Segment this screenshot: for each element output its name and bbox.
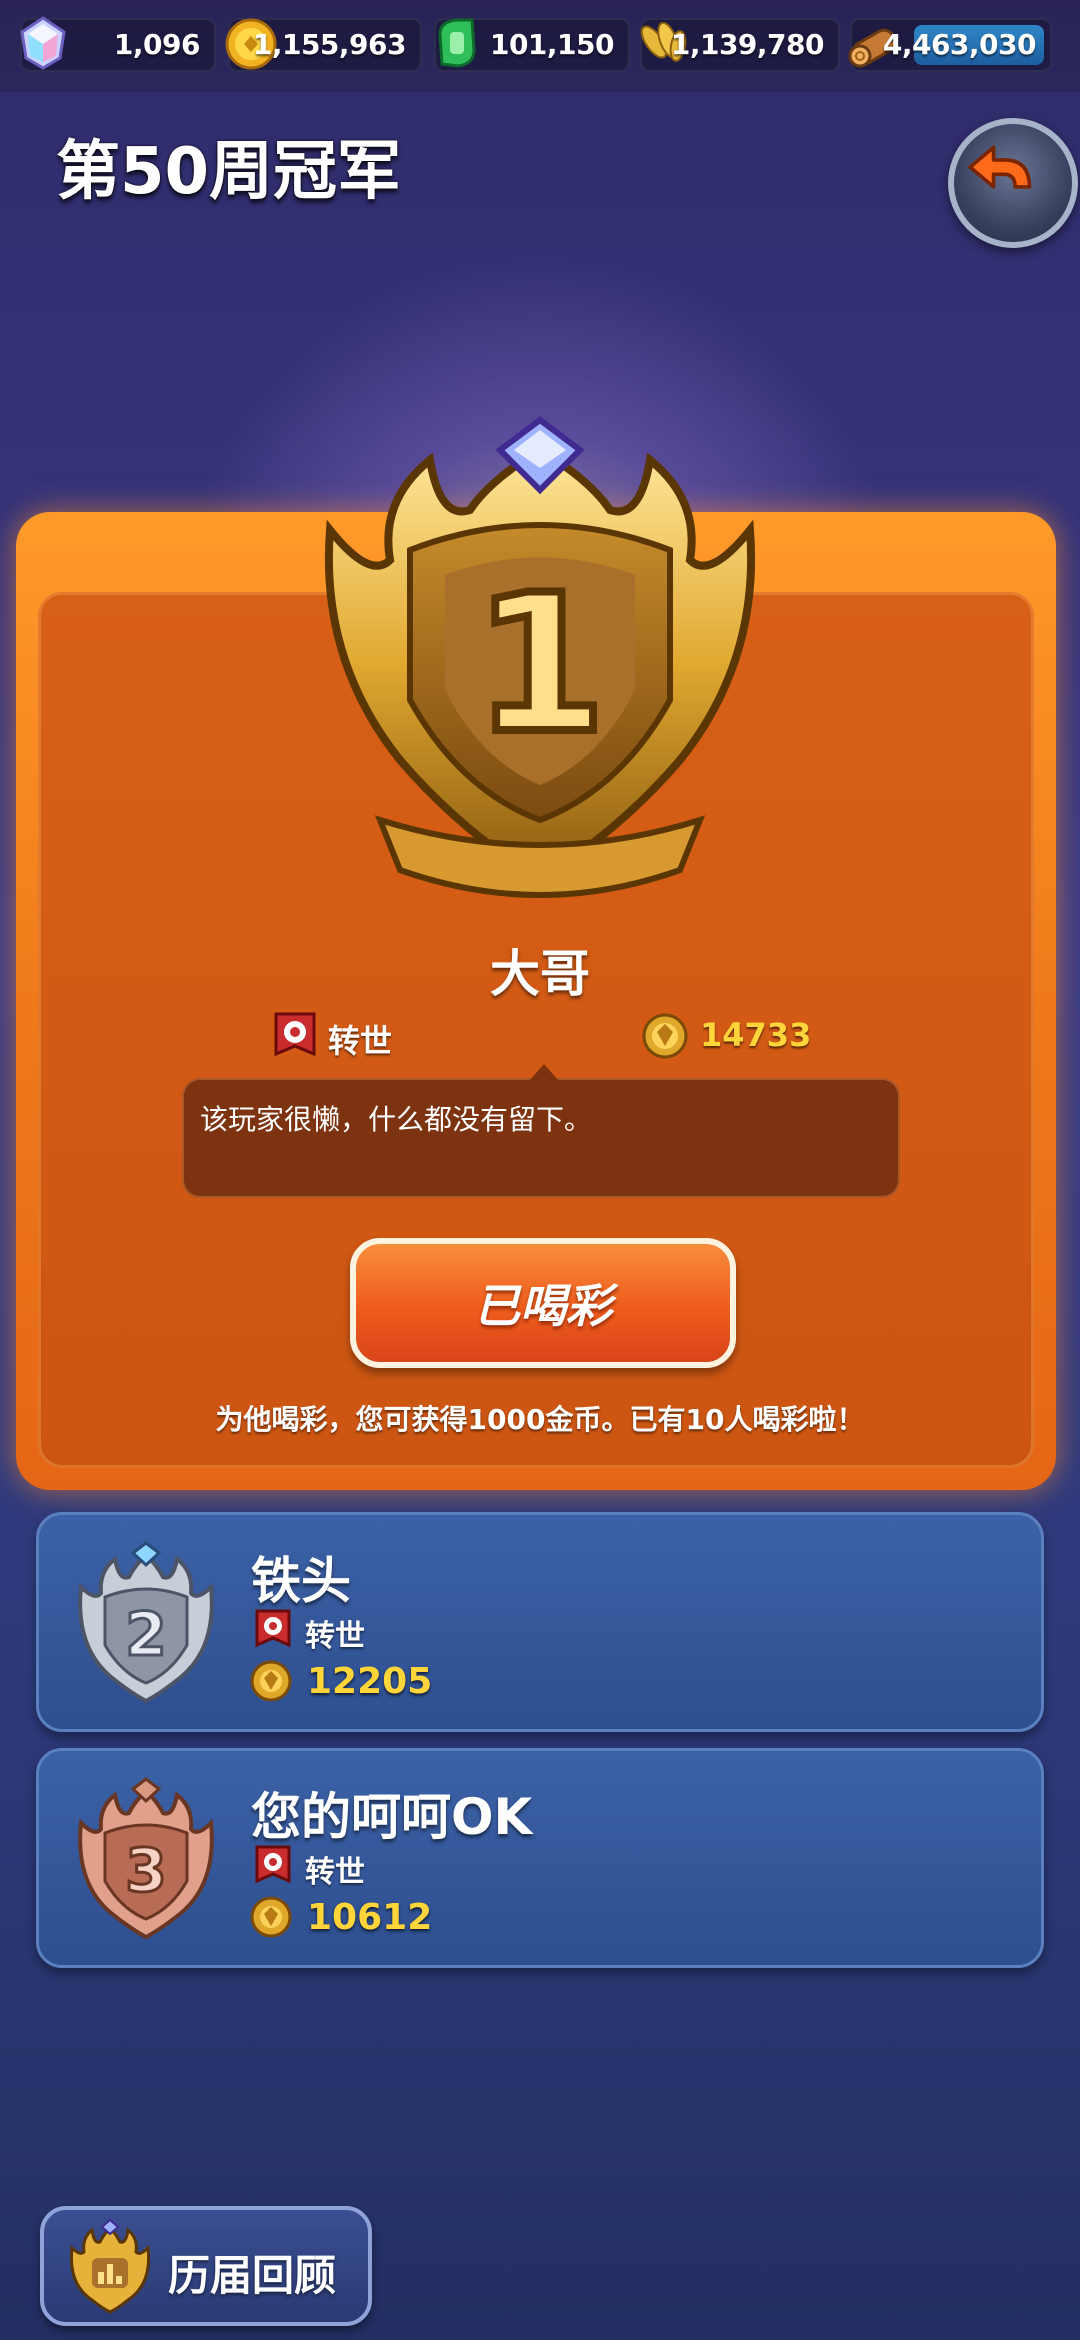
gem-counter[interactable]: 1,096: [20, 16, 216, 72]
trophy-coin-icon: [250, 1660, 292, 1702]
token-count: 101,150: [489, 28, 615, 61]
champion-title-label: 转世: [328, 1022, 393, 1060]
player-name: 铁头: [251, 1552, 351, 1610]
champion-title: 转世: [272, 1010, 392, 1060]
page-title: 第50周冠军: [56, 135, 402, 209]
banner-icon: [255, 1845, 291, 1884]
champion-score-value: 14733: [700, 1016, 812, 1054]
rank-card-2[interactable]: 2 铁头 转世 12205: [36, 1512, 1044, 1732]
player-score: 10612: [307, 1897, 433, 1938]
green-token-icon: [438, 18, 476, 68]
gold-counter[interactable]: 1,155,963: [225, 18, 422, 72]
trophy-coin-icon: [250, 1896, 292, 1938]
wood-counter[interactable]: 4,463,030: [848, 18, 1052, 72]
trophy-coin-icon: [642, 1013, 688, 1059]
champion-score: 14733: [640, 1010, 811, 1060]
banner-icon: [274, 1012, 316, 1057]
rank-number: 3: [125, 1836, 167, 1906]
cheer-button[interactable]: 已喝彩: [350, 1238, 736, 1368]
token-counter[interactable]: 101,150: [434, 18, 630, 72]
rank-number: 2: [125, 1600, 167, 1670]
gem-icon: [20, 16, 66, 70]
player-name: 您的呵呵OK: [251, 1788, 533, 1846]
player-title: 转世: [305, 1619, 365, 1654]
history-review-label: 历届回顾: [168, 2251, 337, 2300]
silver-medal-icon: 2: [78, 1541, 214, 1704]
wood-count: 4,463,030: [882, 28, 1037, 61]
rank-card-3[interactable]: 3 您的呵呵OK 转世 10612: [36, 1748, 1044, 1968]
bronze-medal-icon: 3: [78, 1777, 214, 1940]
wheat-count: 1,139,780: [670, 28, 825, 61]
cheer-note: 为他喝彩，您可获得1000金币。已有10人喝彩啦！: [215, 1403, 865, 1436]
back-arrow-icon: [968, 145, 1032, 189]
banner-icon: [255, 1609, 291, 1648]
cheer-button-label: 已喝彩: [474, 1279, 612, 1333]
champion-name: 大哥: [490, 945, 590, 1003]
wheat-counter[interactable]: 1,139,780: [640, 18, 840, 72]
champion-message: 该玩家很懒，什么都没有留下。: [200, 1103, 593, 1136]
champion-message-bubble: 该玩家很懒，什么都没有留下。: [182, 1064, 900, 1198]
player-score: 12205: [307, 1661, 433, 1702]
gold-medal-icon: 1: [324, 416, 756, 898]
gold-count: 1,155,963: [252, 28, 407, 61]
history-review-button[interactable]: 历届回顾: [40, 2206, 372, 2326]
history-medal-icon: [69, 2218, 151, 2314]
player-title: 转世: [305, 1855, 365, 1890]
resource-bar: 1,096 1,155,963 101,150 1,139,780 4,463,…: [0, 0, 1080, 92]
back-button[interactable]: [948, 118, 1078, 248]
medal-rank-number: 1: [474, 554, 606, 775]
gem-count: 1,096: [113, 28, 201, 61]
